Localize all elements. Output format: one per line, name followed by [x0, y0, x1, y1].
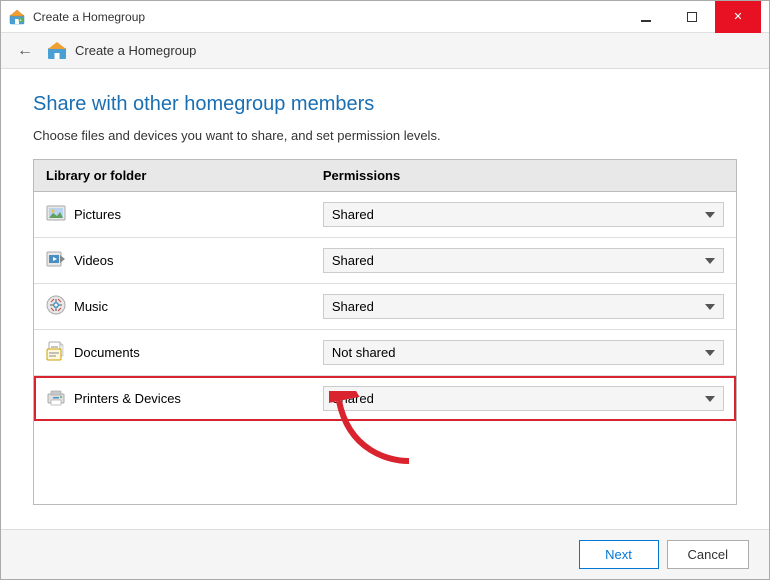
permission-cell-pictures: SharedNot sharedRead/Write — [311, 192, 736, 238]
printers-label: Printers & Devices — [74, 391, 181, 406]
permission-cell-documents: SharedNot sharedRead/Write — [311, 330, 736, 376]
nav-title: Create a Homegroup — [75, 43, 196, 58]
homegroup-icon: + — [9, 9, 25, 25]
back-button[interactable]: ← — [11, 37, 39, 65]
minimize-button[interactable] — [623, 1, 669, 33]
title-bar-left: + Create a Homegroup — [9, 9, 145, 25]
cancel-button[interactable]: Cancel — [667, 540, 749, 569]
videos-icon — [46, 249, 66, 272]
permission-select-music[interactable]: SharedNot sharedRead/Write — [323, 294, 724, 319]
footer: Next Cancel — [1, 529, 769, 579]
permission-cell-videos: SharedNot sharedRead/Write — [311, 238, 736, 284]
permission-select-documents[interactable]: SharedNot sharedRead/Write — [323, 340, 724, 365]
videos-label: Videos — [74, 253, 114, 268]
table-row: Documents SharedNot sharedRead/Write — [34, 330, 736, 376]
table-row: Videos SharedNot sharedRead/Write — [34, 238, 736, 284]
close-icon: ✕ — [733, 10, 742, 23]
svg-text:+: + — [20, 18, 22, 22]
folder-cell-documents: Documents — [34, 330, 311, 376]
page-description: Choose files and devices you want to sha… — [33, 128, 737, 143]
printers-icon — [46, 387, 66, 410]
permission-select-pictures[interactable]: SharedNot sharedRead/Write — [323, 202, 724, 227]
table-row: Pictures SharedNot sharedRead/Write — [34, 192, 736, 238]
folder-cell-printers: Printers & Devices — [34, 376, 311, 422]
folder-cell-pictures: Pictures — [34, 192, 311, 238]
permissions-table: Library or folder Permissions Pictures S… — [34, 160, 736, 421]
col-library: Library or folder — [34, 160, 311, 192]
next-button[interactable]: Next — [579, 540, 659, 569]
music-icon — [46, 295, 66, 318]
title-bar-controls: ✕ — [623, 1, 761, 33]
window: + Create a Homegroup ✕ ← Create a Homegr… — [0, 0, 770, 580]
permission-select-printers[interactable]: SharedNot sharedRead/Write — [323, 386, 724, 411]
table-container: Library or folder Permissions Pictures S… — [33, 159, 737, 505]
title-bar: + Create a Homegroup ✕ — [1, 1, 769, 33]
folder-cell-music: Music — [34, 284, 311, 330]
back-icon: ← — [17, 42, 33, 60]
nav-bar: ← Create a Homegroup — [1, 33, 769, 69]
documents-label: Documents — [74, 345, 140, 360]
documents-icon — [46, 341, 66, 364]
permission-cell-printers: SharedNot sharedRead/Write — [311, 376, 736, 422]
permission-cell-music: SharedNot sharedRead/Write — [311, 284, 736, 330]
table-row: Printers & Devices SharedNot sharedRead/… — [34, 376, 736, 422]
permission-select-videos[interactable]: SharedNot sharedRead/Write — [323, 248, 724, 273]
maximize-button[interactable] — [669, 1, 715, 33]
pictures-label: Pictures — [74, 207, 121, 222]
close-button[interactable]: ✕ — [715, 1, 761, 33]
window-title: Create a Homegroup — [33, 10, 145, 24]
table-header-row: Library or folder Permissions — [34, 160, 736, 192]
pictures-icon — [46, 203, 66, 226]
table-row: Music SharedNot sharedRead/Write — [34, 284, 736, 330]
homegroup-nav-icon — [47, 41, 67, 61]
folder-cell-videos: Videos — [34, 238, 311, 284]
col-permissions: Permissions — [311, 160, 736, 192]
page-heading: Share with other homegroup members — [33, 93, 737, 116]
music-label: Music — [74, 299, 108, 314]
content: Share with other homegroup members Choos… — [1, 69, 769, 529]
